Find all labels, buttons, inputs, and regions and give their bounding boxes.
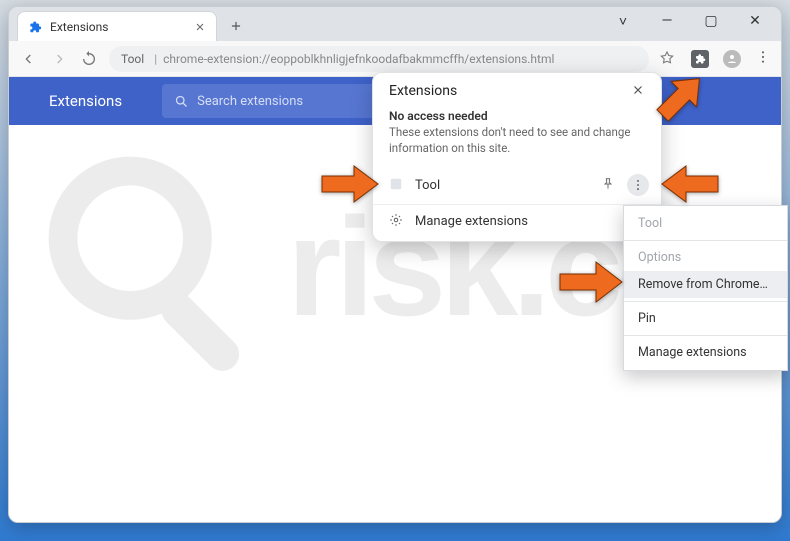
- reload-button[interactable]: [79, 49, 99, 69]
- chevron-down-icon[interactable]: ˅: [609, 13, 637, 30]
- popup-section-desc: These extensions don't need to see and c…: [389, 125, 645, 156]
- extensions-toolbar-icon[interactable]: [691, 50, 709, 68]
- ctx-item-options[interactable]: Options: [624, 244, 787, 271]
- omnibox-divider: |: [154, 52, 157, 66]
- omnibox-label: Tool: [121, 52, 144, 66]
- extensions-popup: Extensions No access needed These extens…: [372, 72, 662, 242]
- extension-context-menu: Tool Options Remove from Chrome… Pin Man…: [623, 205, 788, 371]
- tab-title: Extensions: [50, 20, 108, 34]
- gear-icon: [389, 213, 405, 229]
- search-placeholder: Search extensions: [197, 94, 303, 109]
- back-button[interactable]: [19, 49, 39, 69]
- minimize-icon[interactable]: —: [653, 13, 681, 30]
- extension-item-label: Tool: [415, 178, 591, 193]
- pin-icon[interactable]: [601, 177, 617, 193]
- ctx-item-tool[interactable]: Tool: [624, 210, 787, 237]
- new-tab-button[interactable]: [223, 13, 249, 39]
- forward-button[interactable]: [49, 49, 69, 69]
- tab-strip: Extensions ˅ — ▢ ✕: [9, 7, 781, 41]
- ctx-item-manage-extensions[interactable]: Manage extensions: [624, 339, 787, 366]
- window-controls: ˅ — ▢ ✕: [601, 9, 777, 34]
- chrome-menu-icon[interactable]: [755, 49, 771, 69]
- ctx-item-pin[interactable]: Pin: [624, 305, 787, 332]
- address-bar[interactable]: Tool | chrome-extension://eoppoblkhnligj…: [109, 46, 649, 72]
- omnibox-url: chrome-extension://eoppoblkhnligjefnkood…: [163, 52, 554, 66]
- manage-extensions-label: Manage extensions: [415, 214, 649, 229]
- browser-tab[interactable]: Extensions: [17, 11, 217, 41]
- close-tab-icon[interactable]: [194, 21, 206, 33]
- ctx-separator: [624, 301, 787, 302]
- extension-item-menu-button[interactable]: [627, 174, 649, 196]
- ctx-separator: [624, 335, 787, 336]
- popup-title: Extensions: [389, 83, 457, 99]
- manage-extensions-row[interactable]: Manage extensions: [373, 204, 661, 237]
- profile-avatar-icon[interactable]: [723, 50, 741, 68]
- page-title: Extensions: [49, 92, 122, 110]
- extension-favicon: [389, 177, 405, 193]
- ctx-item-remove-from-chrome[interactable]: Remove from Chrome…: [624, 271, 787, 298]
- puzzle-icon: [28, 20, 42, 34]
- close-window-icon[interactable]: ✕: [741, 13, 769, 30]
- search-icon: [174, 94, 189, 109]
- star-icon[interactable]: [659, 50, 677, 68]
- toolbar-icons: [659, 49, 771, 69]
- ctx-separator: [624, 240, 787, 241]
- close-popup-icon[interactable]: [631, 83, 647, 99]
- popup-section-heading: No access needed: [389, 109, 645, 123]
- extension-item-tool[interactable]: Tool: [373, 166, 661, 204]
- maximize-icon[interactable]: ▢: [697, 13, 725, 30]
